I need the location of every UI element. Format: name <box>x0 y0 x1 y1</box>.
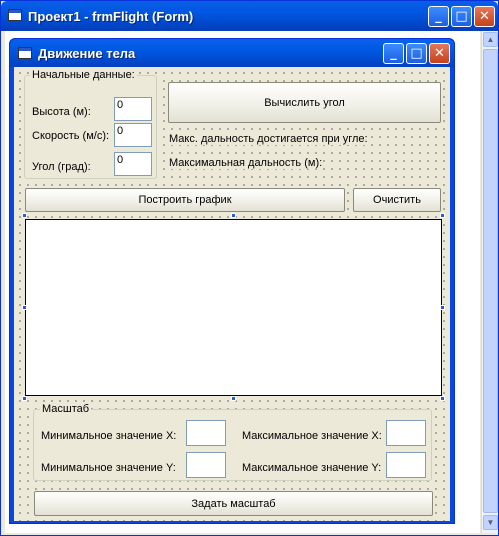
set-scale-button[interactable]: Задать масштаб <box>34 491 433 516</box>
selection-handle[interactable] <box>22 396 27 401</box>
max-y-input[interactable] <box>386 452 426 478</box>
selection-handle[interactable] <box>22 213 27 218</box>
speed-label: Скорость (м/с): <box>32 130 110 142</box>
max-x-label: Максимальное значение X: <box>242 430 382 442</box>
minimize-icon[interactable]: _ <box>428 6 449 27</box>
scroll-thumb[interactable] <box>483 49 498 513</box>
min-y-input[interactable] <box>186 452 226 478</box>
build-graph-button[interactable]: Построить график <box>25 188 345 212</box>
form-window: Движение тела _ □ ✕ Начальные данные: Вы… <box>9 38 455 524</box>
form-title: Движение тела <box>38 46 136 61</box>
max-range-label: Максимальная дальность (м): <box>169 157 323 169</box>
speed-input[interactable]: 0 <box>114 123 152 147</box>
selection-handle[interactable] <box>440 213 445 218</box>
designer-title: Проект1 - frmFlight (Form) <box>28 9 194 24</box>
scale-group: Масштаб Минимальное значение X: Максимал… <box>33 403 432 481</box>
clear-button[interactable]: Очистить <box>353 188 441 212</box>
max-x-input[interactable] <box>386 420 426 446</box>
min-x-label: Минимальное значение X: <box>41 430 177 442</box>
selection-handle[interactable] <box>440 305 445 310</box>
max-range-angle-label: Макс. дальность достигается при угле: <box>169 133 368 145</box>
angle-label: Угол (град): <box>32 161 91 173</box>
form-client-area: Начальные данные: Высота (м): 0 Скорость… <box>14 67 450 521</box>
form-maximize-icon[interactable]: □ <box>406 43 427 64</box>
maximize-icon[interactable]: □ <box>451 6 472 27</box>
compute-angle-button[interactable]: Вычислить угол <box>168 82 441 123</box>
scroll-down-icon[interactable]: ▼ <box>483 515 498 530</box>
form-window-icon <box>18 47 32 59</box>
selection-handle[interactable] <box>231 213 236 218</box>
vertical-scrollbar[interactable]: ▲ ▼ <box>481 31 498 533</box>
selection-handle[interactable] <box>440 396 445 401</box>
form-title-bar[interactable]: Движение тела _ □ ✕ <box>10 39 454 67</box>
initial-data-caption: Начальные данные: <box>30 69 137 81</box>
initial-data-group: Начальные данные: Высота (м): 0 Скорость… <box>24 69 157 179</box>
designer-title-bar[interactable]: Проект1 - frmFlight (Form) _ □ ✕ <box>1 1 498 31</box>
selection-handle[interactable] <box>231 396 236 401</box>
height-input[interactable]: 0 <box>114 97 152 121</box>
form-minimize-icon[interactable]: _ <box>383 43 404 64</box>
scroll-up-icon[interactable]: ▲ <box>483 32 498 47</box>
height-label: Высота (м): <box>32 106 91 118</box>
form-icon <box>8 9 22 21</box>
min-x-input[interactable] <box>186 420 226 446</box>
plot-canvas[interactable] <box>25 219 442 396</box>
scale-caption: Масштаб <box>40 403 92 415</box>
selection-handle[interactable] <box>22 305 27 310</box>
form-close-icon[interactable]: ✕ <box>429 43 450 64</box>
max-y-label: Максимальное значение Y: <box>242 462 382 474</box>
min-y-label: Минимальное значение Y: <box>41 462 176 474</box>
angle-input[interactable]: 0 <box>114 152 152 176</box>
close-icon[interactable]: ✕ <box>474 6 495 27</box>
